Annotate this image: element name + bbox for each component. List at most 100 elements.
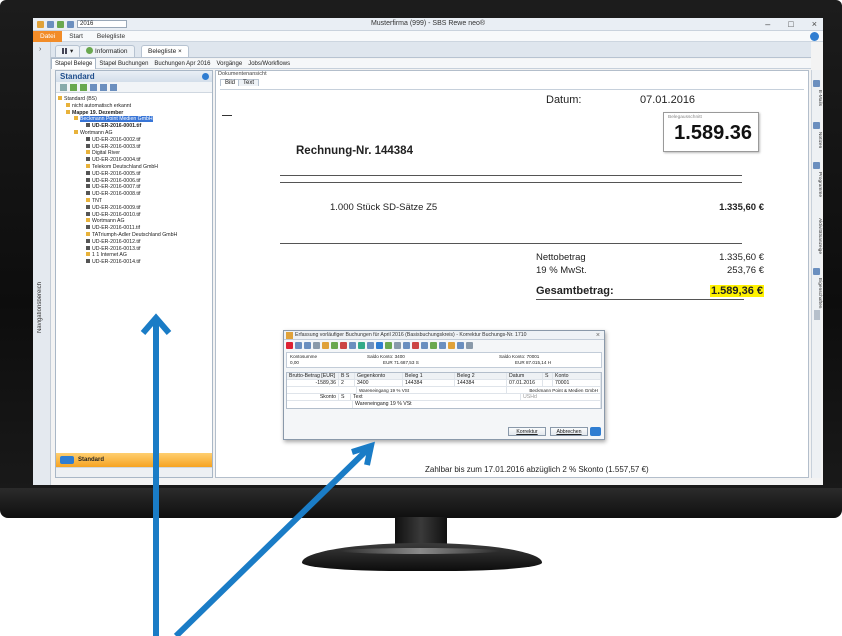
tree-item[interactable]: UD-ER-2016-0010.tif bbox=[58, 211, 210, 219]
tree-item[interactable]: Digital River bbox=[58, 150, 210, 157]
tree-item[interactable]: 1 1 Internet AG bbox=[58, 252, 210, 259]
tree-item[interactable]: Mappe 19. Dezember bbox=[58, 109, 210, 117]
side-tab-programme[interactable]: Programme bbox=[812, 172, 822, 197]
folder-icon[interactable] bbox=[322, 342, 329, 349]
tree-item[interactable]: nicht automatisch erkannt bbox=[58, 102, 210, 110]
minimize-button[interactable]: – bbox=[765, 19, 770, 29]
side-tab-eigenschaften[interactable]: Eigenschaften bbox=[812, 278, 822, 308]
close-button[interactable]: × bbox=[812, 19, 817, 29]
navigation-strip-label[interactable]: Navigationsbereich bbox=[37, 282, 47, 333]
layout-icon[interactable] bbox=[313, 342, 320, 349]
tree-item[interactable]: UD-ER-2016-0007.tif bbox=[58, 184, 210, 191]
tree-item[interactable]: UD-ER-2016-0014.tif bbox=[58, 259, 210, 266]
tab-belegliste[interactable]: Belegliste bbox=[90, 31, 132, 42]
pin-icon[interactable] bbox=[202, 73, 209, 80]
arrow-icon[interactable] bbox=[367, 342, 374, 349]
subtab-vorgaenge[interactable]: Vorgänge bbox=[213, 59, 245, 69]
flag-icon[interactable] bbox=[340, 342, 347, 349]
tab-start[interactable]: Start bbox=[62, 31, 90, 42]
help-icon[interactable] bbox=[590, 427, 601, 436]
subtab-stapel-belege[interactable]: Stapel Belege bbox=[51, 58, 97, 69]
ok-icon[interactable] bbox=[430, 342, 437, 349]
view-icon[interactable] bbox=[466, 342, 473, 349]
warning-icon[interactable] bbox=[412, 342, 419, 349]
subtab-buchungen-apr[interactable]: Buchungen Apr 2016 bbox=[151, 59, 213, 69]
cell-beleg2[interactable]: 144384 bbox=[455, 380, 507, 386]
booking-text-input[interactable]: Wareneingang 19 % VSt bbox=[353, 401, 601, 408]
cell-brutto[interactable]: -1589,36 bbox=[287, 380, 339, 386]
refresh-icon[interactable] bbox=[60, 84, 67, 91]
tree-item[interactable]: UD-ER-2016-0012.tif bbox=[58, 238, 210, 246]
tab-information[interactable]: Information bbox=[79, 45, 135, 57]
abbrechen-button[interactable]: Abbrechen bbox=[550, 427, 588, 436]
filter-icon[interactable] bbox=[100, 84, 107, 91]
text-value-row[interactable]: Wareneingang 19 % VSt bbox=[287, 401, 601, 408]
move-icon[interactable] bbox=[110, 84, 117, 91]
cell-gegenkonto[interactable]: 3400 bbox=[355, 380, 403, 386]
properties-icon[interactable] bbox=[813, 268, 820, 275]
tree-item[interactable]: UD-ER-2016-0009.tif bbox=[58, 204, 210, 212]
check-icon[interactable] bbox=[331, 342, 338, 349]
chevron-right-icon[interactable]: › bbox=[39, 46, 41, 53]
maximize-button[interactable]: □ bbox=[788, 19, 793, 29]
delete-icon[interactable] bbox=[286, 342, 293, 349]
tree-item[interactable]: UD-ER-2016-0002.tif bbox=[58, 136, 210, 144]
panel-footer[interactable]: Standard bbox=[56, 453, 212, 467]
tree-item[interactable]: UD-ER-2016-0008.tif bbox=[58, 191, 210, 198]
grid-icon bbox=[62, 48, 68, 54]
tree-item[interactable]: UD-ER-2016-0005.tif bbox=[58, 170, 210, 178]
tree-item[interactable]: Standard (BS) bbox=[58, 96, 210, 103]
tree-item[interactable]: TNT bbox=[58, 197, 210, 205]
tab-datei[interactable]: Datei bbox=[33, 30, 63, 42]
booking-row[interactable]: -1589,36 2 3400 144384 144384 07.01.2016… bbox=[287, 380, 601, 387]
tree-item[interactable]: Telekom Deutschland GmbH bbox=[58, 163, 210, 171]
tab-belegliste-doc[interactable]: Belegliste × bbox=[141, 45, 189, 57]
document-icon bbox=[86, 136, 90, 141]
tab-grid[interactable]: ▾ bbox=[55, 45, 81, 57]
tree-item[interactable]: Wortmann AG bbox=[58, 218, 210, 225]
search-icon[interactable] bbox=[403, 342, 410, 349]
globe-icon[interactable] bbox=[358, 342, 365, 349]
note-icon[interactable] bbox=[813, 122, 820, 129]
mail-icon[interactable] bbox=[813, 80, 820, 87]
subtab-jobs[interactable]: Jobs/Workflows bbox=[245, 59, 293, 69]
side-tab-notizen[interactable]: Notizen bbox=[812, 132, 822, 148]
tree-item[interactable]: UD-ER-2016-0003.tif bbox=[58, 143, 210, 151]
table-icon[interactable] bbox=[295, 342, 302, 349]
side-tab-emails[interactable]: E-Mails bbox=[812, 90, 822, 106]
arrow-left-icon[interactable] bbox=[70, 84, 77, 91]
apps-icon[interactable] bbox=[813, 162, 820, 169]
tree-item[interactable]: UD-ER-2016-0011.tif bbox=[58, 225, 210, 232]
tab-text[interactable]: Text bbox=[238, 79, 260, 86]
tree-item[interactable]: UD-ER-2016-0001.tif bbox=[58, 123, 210, 130]
calculator-icon[interactable] bbox=[394, 342, 401, 349]
cell-datum[interactable]: 07.01.2016 bbox=[507, 380, 543, 386]
cell-beleg1[interactable]: 144384 bbox=[403, 380, 455, 386]
dialog-close-button[interactable]: × bbox=[596, 331, 600, 340]
copy-icon[interactable] bbox=[439, 342, 446, 349]
cell-bs[interactable]: 2 bbox=[339, 380, 355, 386]
document-icon[interactable] bbox=[90, 84, 97, 91]
korrektur-button[interactable]: Korrektur bbox=[508, 427, 546, 436]
tree-item[interactable]: UD-ER-2016-0013.tif bbox=[58, 245, 210, 253]
tree-item[interactable]: TATriumph-Adler Deutschland GmbH bbox=[58, 231, 210, 239]
panel-scrollbar[interactable] bbox=[56, 467, 212, 477]
note-icon[interactable] bbox=[448, 342, 455, 349]
chart-icon[interactable] bbox=[376, 342, 383, 349]
tab-bild[interactable]: Bild bbox=[220, 79, 241, 86]
cell-konto[interactable]: 70001 bbox=[553, 380, 601, 386]
side-tab-aktivitaet[interactable]: Aktivitätsanzeige bbox=[812, 218, 822, 254]
arrow-right-icon[interactable] bbox=[80, 84, 87, 91]
help-icon[interactable] bbox=[810, 32, 819, 41]
print-icon[interactable] bbox=[457, 342, 464, 349]
tree-item[interactable]: Beckmann Point Medien GmbH bbox=[58, 116, 210, 123]
user-icon[interactable] bbox=[349, 342, 356, 349]
subtab-stapel-buchungen[interactable]: Stapel Buchungen bbox=[96, 59, 151, 69]
cell-s[interactable] bbox=[543, 380, 553, 386]
document-icon[interactable] bbox=[385, 342, 392, 349]
settings-icon[interactable] bbox=[421, 342, 428, 349]
tree-item[interactable]: Wortmann AG bbox=[58, 129, 210, 137]
tree-item[interactable]: UD-ER-2016-0006.tif bbox=[58, 177, 210, 185]
list-icon[interactable] bbox=[304, 342, 311, 349]
tree-item[interactable]: UD-ER-2016-0004.tif bbox=[58, 157, 210, 164]
